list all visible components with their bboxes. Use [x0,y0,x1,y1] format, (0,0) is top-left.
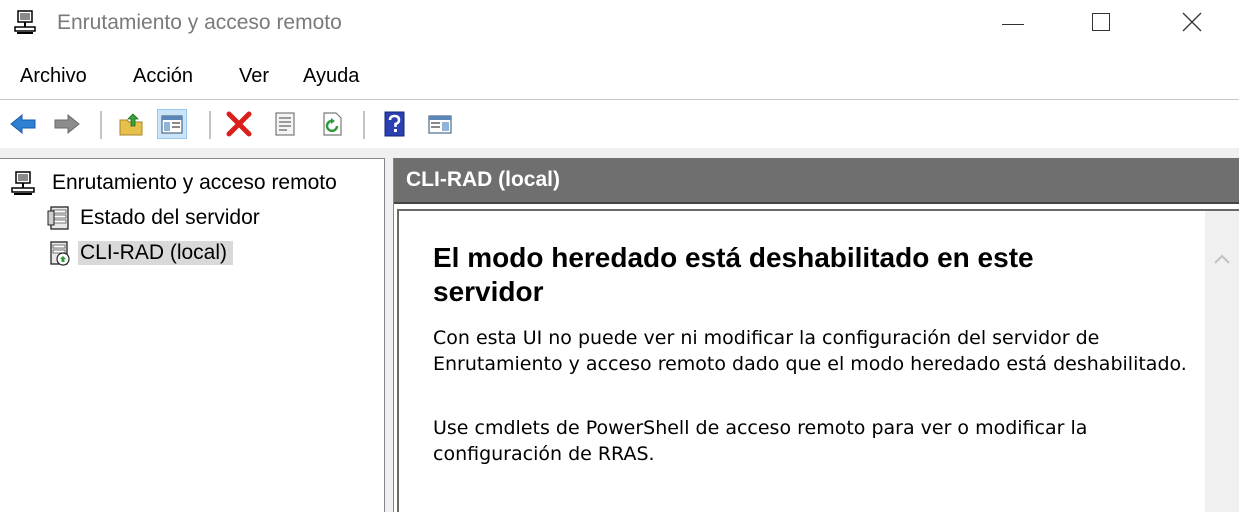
legacy-mode-heading: El modo heredado está deshabilitado en e… [433,242,1034,307]
tree-item-label: Estado del servidor [80,206,260,229]
show-hide-console-tree-icon [161,115,183,134]
tree-item-routing-root[interactable]: Enrutamiento y acceso remoto [10,167,380,199]
console-tree[interactable]: Enrutamiento y acceso remoto Estado del … [0,158,385,512]
toolbar-separator [363,111,365,139]
up-folder-icon [119,113,143,136]
routing-icon [10,170,36,196]
close-icon [1182,12,1202,32]
routing-app-icon [14,10,36,34]
menu-ayuda[interactable]: Ayuda [303,65,359,88]
title-bar: Enrutamiento y acceso remoto [0,0,1239,50]
tree-item-label: CLI-RAD (local) [78,241,234,265]
legacy-mode-description: Con esta UI no puede ver ni modificar la… [433,327,1187,375]
back-button[interactable] [8,109,38,139]
maximize-button[interactable] [1060,0,1146,48]
forward-arrow-icon [54,113,80,135]
vertical-scrollbar[interactable] [1205,211,1239,512]
minimize-button[interactable] [972,0,1058,48]
menu-ver[interactable]: Ver [239,65,269,88]
refresh-button[interactable] [317,109,347,139]
details-header-title: CLI-RAD (local) [406,168,560,191]
close-button[interactable] [1148,0,1234,48]
details-pane: CLI-RAD (local) El modo heredado está de… [393,158,1239,512]
show-action-pane-icon [428,115,452,134]
help-button[interactable] [380,109,410,139]
server-status-icon [46,205,72,231]
maximize-icon [1092,13,1110,31]
details-content: El modo heredado está deshabilitado en e… [397,209,1239,512]
scroll-up-arrow-icon[interactable] [1214,251,1230,264]
delete-icon [226,111,252,137]
up-one-level-button[interactable] [116,109,146,139]
tree-item-label: Enrutamiento y acceso remoto [52,171,337,194]
window-title: Enrutamiento y acceso remoto [57,11,342,34]
tree-item-cli-rad-local[interactable]: CLI-RAD (local) [46,237,346,269]
show-hide-tree-button[interactable] [157,109,187,139]
delete-button[interactable] [224,109,254,139]
refresh-icon [323,112,342,136]
back-arrow-icon [10,113,36,135]
properties-button[interactable] [270,109,300,139]
powershell-hint: Use cmdlets de PowerShell de acceso remo… [433,417,1088,465]
forward-button[interactable] [52,109,82,139]
properties-icon [275,112,295,136]
toolbar-separator [100,111,102,139]
help-icon [384,111,405,137]
menu-divider [0,99,1239,100]
minimize-icon [1002,24,1024,25]
tree-item-server-status[interactable]: Estado del servidor [46,202,346,234]
menu-bar: Archivo Acción Ver Ayuda [0,58,1239,96]
toolbar-separator [209,111,211,139]
details-header: CLI-RAD (local) [394,158,1239,204]
menu-accion[interactable]: Acción [133,65,193,88]
action-pane-button[interactable] [425,109,455,139]
local-server-icon [46,240,72,266]
toolbar [0,101,1239,148]
menu-archivo[interactable]: Archivo [20,65,87,88]
